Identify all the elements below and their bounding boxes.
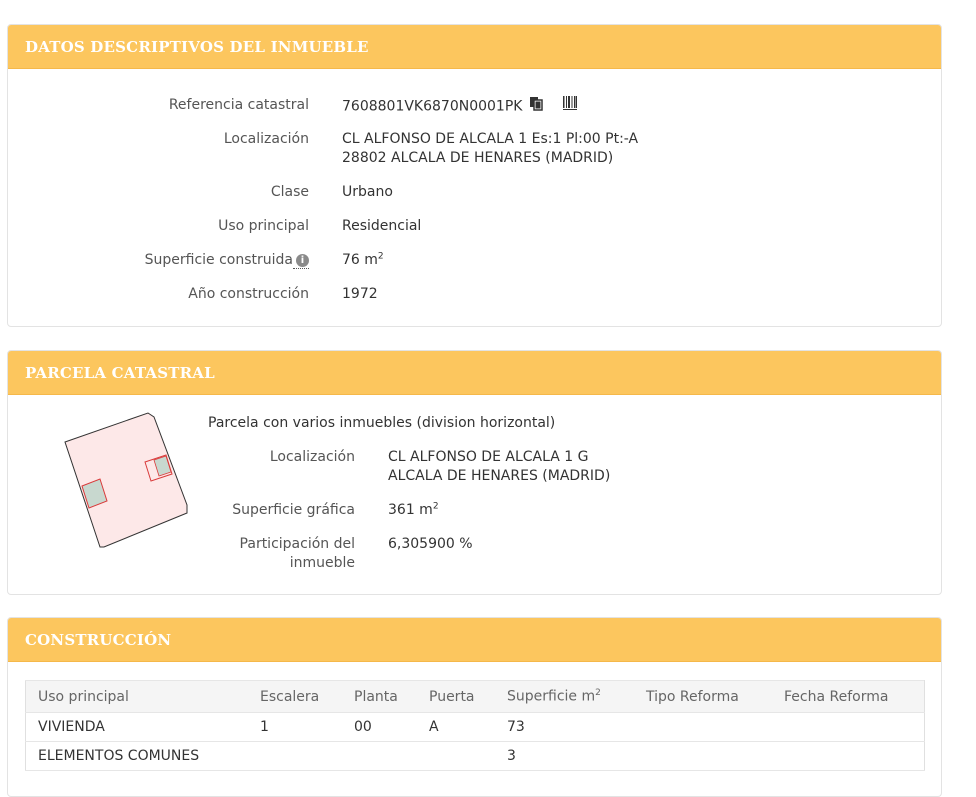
- info-icon[interactable]: i: [296, 254, 309, 267]
- parcela-localizacion-line2: ALCALA DE HENARES (MADRID): [388, 468, 611, 484]
- cell-planta: [342, 741, 417, 771]
- cell-tipo-reforma: [634, 712, 772, 742]
- parcela-catastral-panel: PARCELA CATASTRAL Parcela con varios inm…: [7, 350, 942, 595]
- superficie-grafica-label: Superficie gráfica: [232, 502, 355, 518]
- col-tipo-reforma: Tipo Reforma: [634, 680, 772, 713]
- cell-uso: ELEMENTOS COMUNES: [25, 741, 248, 771]
- col-fecha-reforma: Fecha Reforma: [772, 680, 925, 713]
- clase-label: Clase: [270, 184, 309, 200]
- parcel-map[interactable]: [58, 407, 198, 551]
- superficie-grafica-number: 361 m: [388, 502, 433, 518]
- uso-principal-label: Uso principal: [218, 218, 309, 234]
- parcela-descripcion: Parcela con varios inmuebles (division h…: [208, 415, 556, 431]
- construccion-heading: CONSTRUCCIÓN: [8, 618, 941, 662]
- barcode-icon[interactable]: [563, 96, 578, 117]
- localizacion-label: Localización: [223, 131, 309, 147]
- construccion-table: Uso principal Escalera Planta Puerta Sup…: [25, 680, 925, 771]
- copy-icon[interactable]: [529, 96, 543, 117]
- localizacion-value-line2: 28802 ALCALA DE HENARES (MADRID): [342, 150, 614, 166]
- col-uso-principal: Uso principal: [25, 680, 248, 713]
- col-superficie-text: Superficie m: [507, 688, 596, 705]
- cell-fecha-reforma: [772, 712, 925, 742]
- superficie-grafica-value: 361 m2: [388, 501, 439, 520]
- anio-construccion-label: Año construcción: [188, 286, 309, 302]
- cell-uso: VIVIENDA: [25, 712, 248, 742]
- table-header-row: Uso principal Escalera Planta Puerta Sup…: [25, 680, 925, 713]
- parcela-catastral-heading: PARCELA CATASTRAL: [8, 351, 941, 395]
- table-row: ELEMENTOS COMUNES 3: [25, 741, 925, 771]
- referencia-catastral-label: Referencia catastral: [168, 97, 309, 113]
- cell-superficie: 3: [495, 741, 634, 771]
- col-superficie-sup: 2: [595, 688, 601, 699]
- superficie-construida-sup: 2: [377, 251, 384, 262]
- superficie-construida-value: 76 m2: [342, 251, 384, 270]
- superficie-construida-number: 76 m: [342, 252, 378, 268]
- superficie-grafica-sup: 2: [432, 501, 439, 512]
- superficie-construida-text: Superficie construida: [144, 252, 293, 268]
- table-row: VIVIENDA 1 00 A 73: [25, 712, 925, 742]
- cell-puerta: A: [417, 712, 495, 742]
- col-planta: Planta: [342, 680, 417, 713]
- info-icon-wrap[interactable]: i: [293, 252, 309, 269]
- col-escalera: Escalera: [248, 680, 342, 713]
- participacion-value: 6,305900 %: [388, 536, 473, 552]
- participacion-label-line1: Participación del: [239, 536, 355, 552]
- cell-puerta: [417, 741, 495, 771]
- anio-construccion-value: 1972: [342, 286, 378, 302]
- uso-principal-value: Residencial: [342, 218, 422, 234]
- participacion-label-line2: inmueble: [289, 555, 355, 571]
- cell-escalera: [248, 741, 342, 771]
- superficie-construida-label: Superficie construida i: [8, 251, 309, 270]
- cell-planta: 00: [342, 712, 417, 742]
- parcela-localizacion-line1: CL ALFONSO DE ALCALA 1 G: [388, 449, 589, 465]
- parcela-localizacion-label: Localización: [269, 449, 355, 465]
- referencia-catastral-value: 7608801VK6870N0001PK: [342, 96, 578, 117]
- referencia-catastral-text: 7608801VK6870N0001PK: [342, 98, 523, 115]
- cell-superficie: 73: [495, 712, 634, 742]
- clase-value: Urbano: [342, 184, 393, 200]
- construccion-panel: CONSTRUCCIÓN Uso principal Escalera Plan…: [7, 617, 942, 797]
- col-puerta: Puerta: [417, 680, 495, 713]
- cell-escalera: 1: [248, 712, 342, 742]
- datos-descriptivos-heading: DATOS DESCRIPTIVOS DEL INMUEBLE: [8, 25, 941, 69]
- datos-descriptivos-panel: DATOS DESCRIPTIVOS DEL INMUEBLE Referenc…: [7, 24, 942, 327]
- col-superficie: Superficie m2: [495, 680, 634, 713]
- cell-fecha-reforma: [772, 741, 925, 771]
- localizacion-value-line1: CL ALFONSO DE ALCALA 1 Es:1 Pl:00 Pt:-A: [342, 131, 639, 147]
- cell-tipo-reforma: [634, 741, 772, 771]
- parcel-outline: [64, 412, 188, 548]
